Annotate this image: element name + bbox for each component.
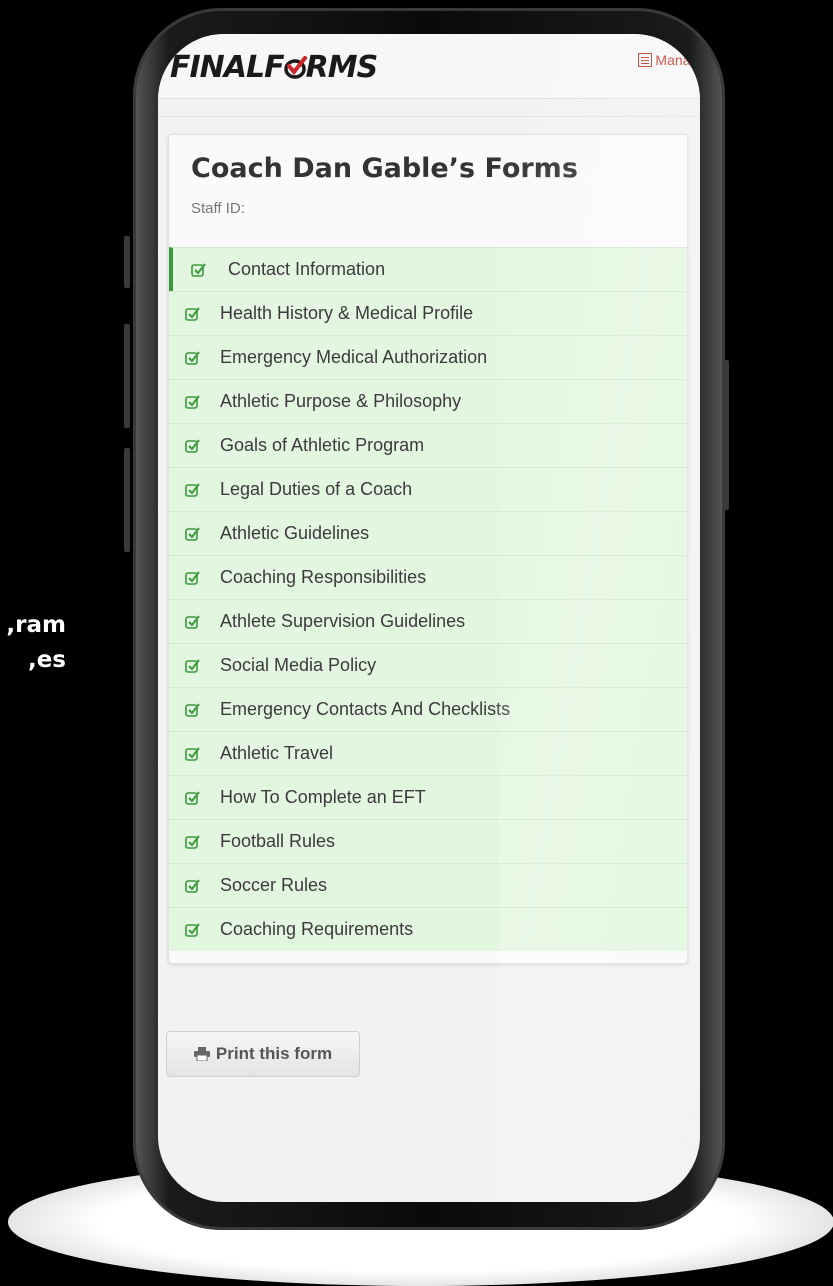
logo-text-f: F (264, 50, 284, 85)
caption-line-2: es, (27, 647, 66, 673)
checkbox-checked-icon (185, 394, 200, 409)
form-list-item[interactable]: Health History & Medical Profile (169, 291, 687, 335)
forms-card: Coach Dan Gable’s Forms Staff ID: Contac… (168, 134, 688, 964)
form-item-label: Contact Information (228, 259, 386, 279)
form-list-item[interactable]: Athletic Purpose & Philosophy (169, 379, 687, 423)
manage-icon (638, 53, 653, 67)
form-item-label: Athlete Supervision Guidelines (220, 611, 466, 631)
form-item-label: Coaching Requirements (220, 919, 414, 939)
manage-label: Manage (655, 52, 700, 68)
logo-text-rms: rms (305, 50, 379, 85)
checkbox-checked-icon (185, 614, 200, 629)
header-divider (158, 116, 700, 117)
checkbox-checked-icon (185, 746, 200, 761)
phone-side-button (124, 236, 130, 288)
checkbox-checked-icon (185, 790, 200, 805)
form-item-label: Coaching Responsibilities (220, 567, 427, 587)
forms-list: Contact Information Health History & Medi… (169, 247, 687, 951)
checkbox-checked-icon (185, 658, 200, 673)
form-list-item[interactable]: Social Media Policy (169, 643, 687, 687)
print-button-label: Print this form (215, 1044, 333, 1063)
checkbox-checked-icon (185, 922, 200, 937)
form-item-label: Emergency Contacts And Checklists (220, 699, 511, 719)
app-header: FinalF rms Manage (158, 34, 700, 99)
form-list-item[interactable]: Coaching Requirements (169, 907, 687, 951)
form-list-item[interactable]: Emergency Contacts And Checklists (169, 687, 687, 731)
checkbox-checked-icon (185, 438, 200, 453)
printer-icon (193, 1047, 210, 1061)
form-list-item[interactable]: Football Rules (169, 819, 687, 863)
form-item-label: Football Rules (220, 831, 336, 851)
form-item-label: Legal Duties of a Coach (220, 479, 413, 499)
form-list-item[interactable]: Athlete Supervision Guidelines (169, 599, 687, 643)
phone-screen: FinalF rms Manage Coach Dan Gable’s Form… (158, 34, 700, 1202)
form-item-label: How To Complete an EFT (220, 787, 426, 807)
form-item-label: Health History & Medical Profile (220, 303, 474, 323)
form-item-label: Soccer Rules (220, 875, 328, 895)
checkbox-checked-icon (185, 306, 200, 321)
form-list-item[interactable]: Athletic Guidelines (169, 511, 687, 555)
staff-id-label: Staff ID: (191, 200, 245, 217)
form-item-label: Athletic Purpose & Philosophy (220, 391, 462, 411)
logo-text-final: Final (170, 50, 265, 85)
print-button[interactable]: Print this form (166, 1031, 360, 1077)
form-item-label: Athletic Guidelines (220, 523, 370, 543)
caption-line-1: ram, (6, 612, 66, 638)
form-item-label: Emergency Medical Authorization (220, 347, 488, 367)
checkbox-checked-icon (185, 482, 200, 497)
form-list-item[interactable]: Legal Duties of a Coach (169, 467, 687, 511)
checkbox-checked-icon (191, 262, 206, 277)
form-list-item[interactable]: How To Complete an EFT (169, 775, 687, 819)
checkbox-checked-icon (185, 350, 200, 365)
phone-volume-up (124, 324, 130, 428)
logo-checkmark-o-icon (283, 56, 307, 79)
phone-power-button (723, 360, 729, 510)
checkbox-checked-icon (185, 526, 200, 541)
phone-volume-down (124, 448, 130, 552)
form-item-label: Goals of Athletic Program (220, 435, 425, 455)
form-list-item[interactable]: Goals of Athletic Program (169, 423, 687, 467)
form-list-item[interactable]: Contact Information (169, 247, 687, 291)
form-list-item[interactable]: Coaching Responsibilities (169, 555, 687, 599)
manage-link[interactable]: Manage (638, 52, 700, 68)
page-title: Coach Dan Gable’s Forms (191, 153, 578, 184)
checkbox-checked-icon (185, 834, 200, 849)
form-list-item[interactable]: Emergency Medical Authorization (169, 335, 687, 379)
checkbox-checked-icon (185, 878, 200, 893)
background-caption: ram, es, (0, 608, 66, 678)
checkbox-checked-icon (185, 702, 200, 717)
form-item-label: Athletic Travel (220, 743, 334, 763)
checkbox-checked-icon (185, 570, 200, 585)
form-list-item[interactable]: Athletic Travel (169, 731, 687, 775)
form-item-label: Social Media Policy (220, 655, 377, 675)
form-list-item[interactable]: Soccer Rules (169, 863, 687, 907)
finalforms-logo[interactable]: FinalF rms (170, 50, 379, 85)
